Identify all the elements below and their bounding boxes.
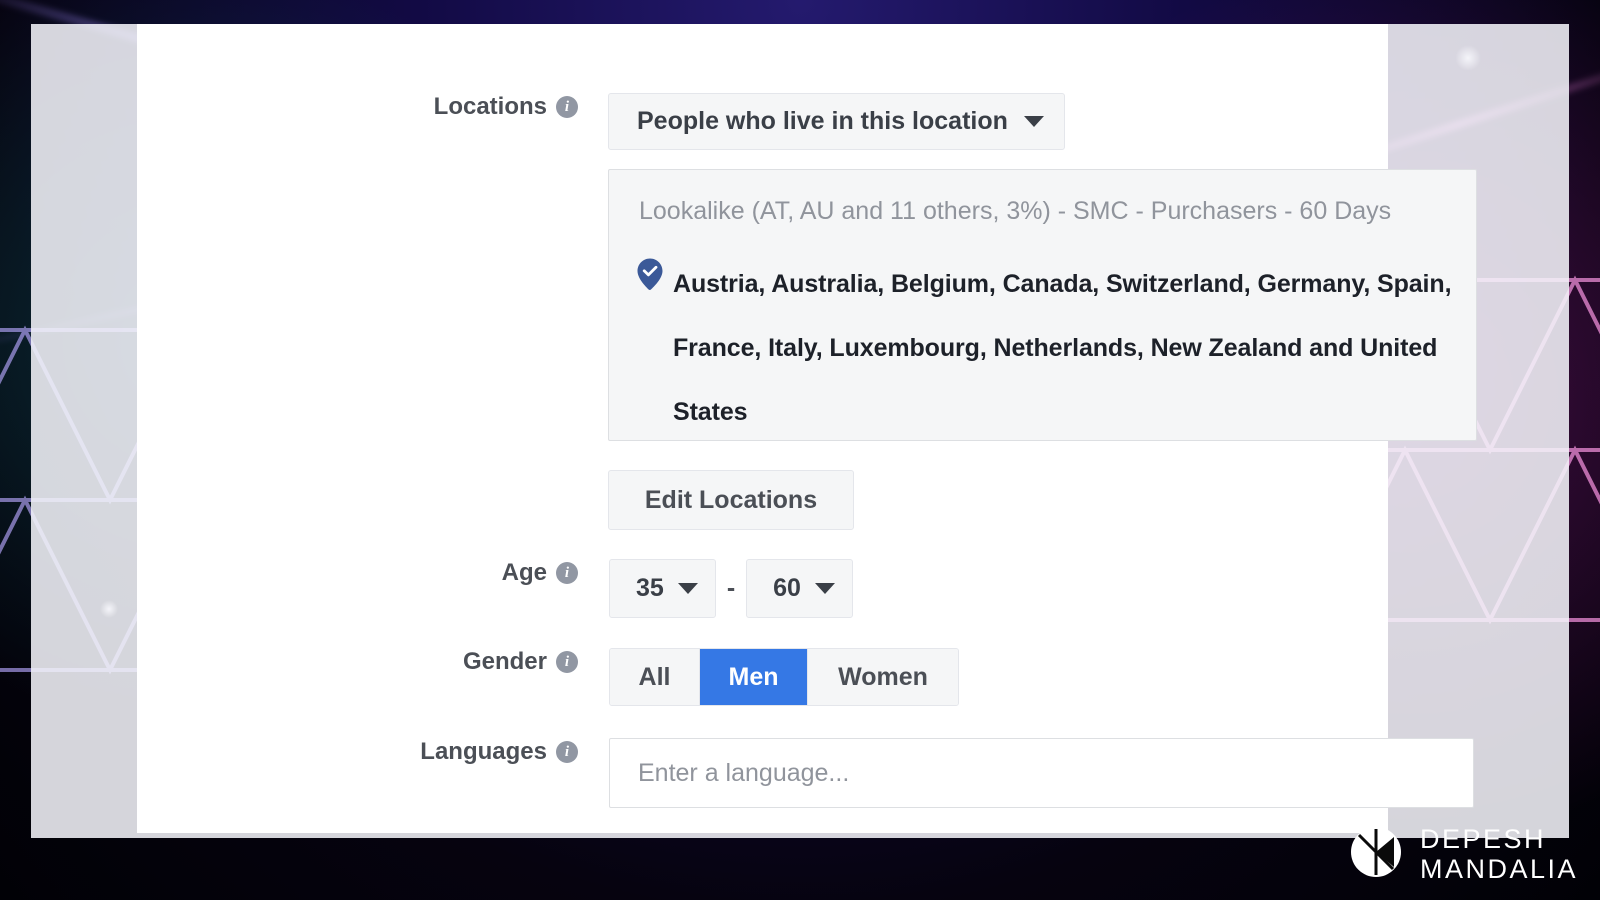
age-label: Age	[501, 559, 547, 586]
info-icon[interactable]: i	[556, 96, 578, 118]
info-icon[interactable]: i	[556, 741, 578, 763]
gender-option-women[interactable]: Women	[808, 649, 958, 705]
age-controls: 35 - 60	[609, 559, 853, 618]
age-max-dropdown[interactable]: 60	[746, 559, 853, 618]
languages-label-group: Languages i	[137, 738, 578, 766]
locations-selection-box[interactable]: Lookalike (AT, AU and 11 others, 3%) - S…	[608, 169, 1477, 441]
ad-targeting-form-card: Locations i People who live in this loca…	[137, 24, 1477, 833]
age-row: Age i 35 - 60	[137, 559, 1525, 618]
gender-label: Gender	[462, 648, 547, 675]
age-min-dropdown[interactable]: 35	[609, 559, 716, 618]
depesh-mandalia-logo-icon	[1350, 826, 1402, 883]
selected-locations-text: Austria, Australia, Belgium, Canada, Swi…	[673, 270, 1452, 426]
gender-option-all[interactable]: All	[610, 649, 700, 705]
gender-row: Gender i All Men Women	[137, 648, 1525, 706]
map-pin-check-icon	[637, 258, 663, 295]
languages-row: Languages i	[137, 738, 1525, 808]
location-type-value: People who live in this location	[637, 107, 1008, 135]
watermark-text: DEPESH MANDALIA	[1420, 824, 1578, 884]
locations-label-group: Locations i	[137, 93, 578, 121]
gender-option-men[interactable]: Men	[700, 649, 808, 705]
languages-input[interactable]	[609, 738, 1474, 808]
gender-label-group: Gender i	[137, 648, 578, 676]
locations-label: Locations	[433, 93, 547, 120]
chevron-down-icon	[814, 583, 835, 594]
age-max-value: 60	[773, 574, 801, 602]
edit-locations-button[interactable]: Edit Locations	[608, 470, 854, 530]
location-type-dropdown[interactable]: People who live in this location	[608, 93, 1065, 150]
locations-search-placeholder[interactable]: Lookalike (AT, AU and 11 others, 3%) - S…	[609, 194, 1476, 228]
languages-label: Languages	[420, 738, 547, 765]
info-icon[interactable]: i	[556, 651, 578, 673]
age-label-group: Age i	[137, 559, 578, 587]
watermark-line-1: DEPESH	[1419, 824, 1546, 854]
watermark: DEPESH MANDALIA	[1350, 824, 1578, 884]
info-icon[interactable]: i	[556, 562, 578, 584]
chevron-down-icon	[1023, 116, 1044, 127]
chevron-down-icon	[677, 583, 698, 594]
gender-toggle-group: All Men Women	[609, 648, 959, 706]
selected-location-item: Austria, Australia, Belgium, Canada, Swi…	[609, 228, 1476, 440]
watermark-line-2: MANDALIA	[1419, 854, 1578, 884]
age-range-separator: -	[726, 574, 736, 602]
age-min-value: 35	[636, 574, 664, 602]
